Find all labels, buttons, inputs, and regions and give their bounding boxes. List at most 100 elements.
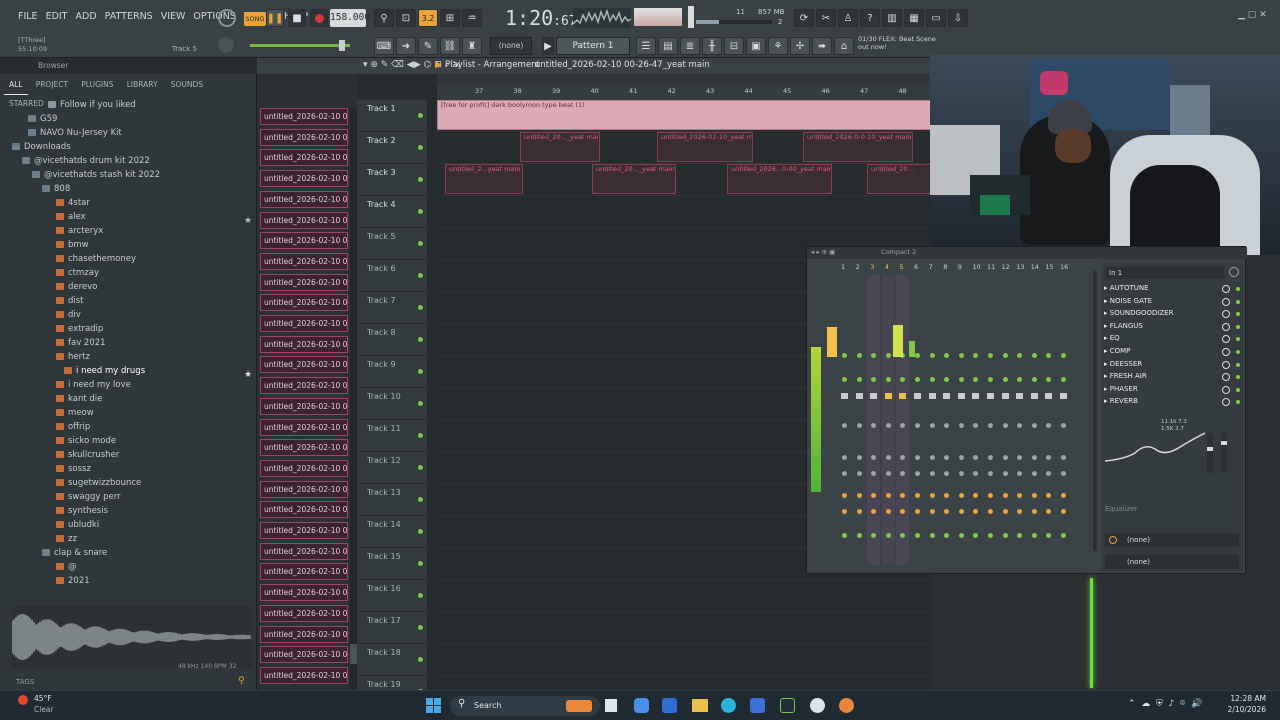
timeline-ruler[interactable]: 37383940414243444546474849: [437, 84, 945, 100]
mixer-knob[interactable]: [871, 533, 877, 538]
mixer-scrollbar[interactable]: [1093, 271, 1097, 551]
mixer-knob[interactable]: [900, 471, 906, 476]
volume-fader[interactable]: [943, 393, 951, 399]
send-volume-fader[interactable]: [1207, 433, 1213, 473]
insert-mix-knob[interactable]: [1222, 322, 1230, 331]
track-header[interactable]: Track 14: [357, 516, 427, 548]
plugin-database-icon[interactable]: ▣: [746, 37, 766, 55]
mixer-channel-strip[interactable]: [940, 275, 953, 565]
mixer-knob[interactable]: [973, 471, 979, 476]
mixer-knob[interactable]: [885, 509, 891, 514]
browser-item[interactable]: dist: [56, 294, 84, 308]
mixer-knob[interactable]: [1061, 423, 1066, 428]
insert-slot[interactable]: ▸ NOISE GATE: [1104, 297, 1152, 309]
tab-plugins[interactable]: PLUGINS: [76, 76, 118, 94]
insert-slot[interactable]: ▸ FRESH AIR: [1104, 372, 1147, 384]
track-mute-led[interactable]: [418, 113, 423, 118]
output-selector-1[interactable]: (none): [1105, 533, 1239, 547]
clip-source-item[interactable]: untitled_2026-02-10 00-...: [260, 294, 348, 312]
mixer-knob[interactable]: [958, 533, 964, 538]
mixer-knob[interactable]: [885, 533, 891, 538]
clip-source-item[interactable]: untitled_2026-02-10 00-...: [260, 149, 348, 167]
audio-clip[interactable]: untitled_2026-0-0-10_yeat main: [803, 132, 913, 162]
insert-slot[interactable]: ▸ EQ: [1104, 334, 1120, 346]
mixer-channel-strip[interactable]: [984, 275, 997, 565]
mixer-knob[interactable]: [1031, 533, 1037, 538]
volume-fader[interactable]: [972, 393, 980, 399]
mixer-knob[interactable]: [1046, 509, 1052, 514]
browser-item[interactable]: 2021: [56, 574, 90, 588]
mixer-knob[interactable]: [856, 509, 862, 514]
mixer-knob[interactable]: [958, 423, 964, 428]
track-header[interactable]: Track 17: [357, 612, 427, 644]
mixer-knob[interactable]: [958, 455, 964, 460]
clip-source-item[interactable]: untitled_2026-02-10 00-...: [260, 584, 348, 602]
browser-item[interactable]: meow: [56, 406, 94, 420]
mixer-icon[interactable]: ╫: [702, 37, 722, 55]
mixer-knob[interactable]: [1046, 423, 1052, 428]
master-volume-slider[interactable]: [688, 6, 694, 28]
mixer-knob[interactable]: [929, 423, 935, 428]
mixer-knob[interactable]: [944, 455, 950, 460]
track-mute-led[interactable]: [418, 497, 423, 502]
mixer-knob[interactable]: [885, 377, 891, 382]
mixer-knob[interactable]: [944, 533, 950, 538]
mixer-knob[interactable]: [1061, 353, 1066, 358]
track-mute-led[interactable]: [418, 209, 423, 214]
typing-keyboard-icon[interactable]: ⌨: [374, 37, 394, 55]
news-ticker[interactable]: 01/30 FLEX: Beat Scene out now!: [858, 35, 936, 51]
file-explorer-icon[interactable]: [692, 699, 708, 712]
mixer-knob[interactable]: [871, 353, 877, 358]
mixer-knob[interactable]: [1061, 509, 1066, 514]
mixer-knob[interactable]: [915, 377, 920, 382]
track-mute-led[interactable]: [418, 145, 423, 150]
mixer-knob[interactable]: [842, 455, 847, 460]
volume-fader[interactable]: [1060, 393, 1067, 399]
mixer-knob[interactable]: [929, 353, 935, 358]
insert-enable-led[interactable]: [1236, 299, 1240, 304]
metronome-icon[interactable]: ⚲: [374, 9, 394, 27]
mixer-knob[interactable]: [988, 377, 993, 382]
track-mute-led[interactable]: [418, 177, 423, 182]
track-header[interactable]: Track 6: [357, 260, 427, 292]
mixer-knob[interactable]: [973, 509, 979, 514]
volume-fader[interactable]: [1045, 393, 1053, 399]
mixer-knob[interactable]: [856, 455, 862, 460]
menu-add[interactable]: ADD: [72, 0, 101, 34]
mixer-knob[interactable]: [915, 471, 920, 476]
mixer-knob[interactable]: [1031, 493, 1037, 498]
channel-rack-icon[interactable]: ≣: [680, 37, 700, 55]
track-lane[interactable]: untitled_2...yeat main untitled_20..._yea…: [437, 164, 932, 196]
volume-fader[interactable]: [1030, 393, 1038, 399]
clip-source-item[interactable]: untitled_2026-02-10 00-...: [260, 459, 348, 477]
mixer-knob[interactable]: [1046, 455, 1052, 460]
mixer-channel-strip[interactable]: [853, 275, 866, 565]
mixer-knob[interactable]: [856, 377, 862, 382]
clip-source-item[interactable]: untitled_2026-02-10 00-...: [260, 480, 348, 498]
pencil-icon[interactable]: ✎: [418, 37, 438, 55]
browser-item[interactable]: chasethemoney: [56, 252, 136, 266]
mixer-knob[interactable]: [871, 455, 877, 460]
mixer-channel-strip[interactable]: [926, 275, 939, 565]
track-header[interactable]: Track 3: [357, 164, 427, 196]
track-mute-led[interactable]: [418, 433, 423, 438]
insert-mix-knob[interactable]: [1222, 348, 1230, 356]
mixer-knob[interactable]: [856, 353, 862, 358]
mixer-knob[interactable]: [1031, 455, 1037, 460]
mixer-knob[interactable]: [915, 493, 920, 498]
microphone-icon[interactable]: ♙: [838, 9, 858, 27]
audio-clip[interactable]: untitled_20..._yeat main: [520, 132, 600, 162]
audio-clip[interactable]: untitled_20...: [867, 164, 932, 194]
pattern-selector[interactable]: Pattern 1: [556, 37, 630, 55]
plugin-picker-icon[interactable]: ⚘: [768, 37, 788, 55]
browser-item[interactable]: sossz: [56, 462, 91, 476]
mixer-knob[interactable]: [1017, 455, 1023, 460]
tab-library[interactable]: LIBRARY: [122, 76, 163, 94]
audio-clip[interactable]: untitled_2026-02-10_yeat main: [657, 132, 753, 162]
tray-icons[interactable]: ⌃ ☁ ⛨ ♪ ⌾ 🔊: [1128, 699, 1202, 709]
calculator-icon[interactable]: [750, 698, 765, 713]
mixer-knob[interactable]: [885, 493, 891, 498]
track-mute-led[interactable]: [418, 593, 423, 598]
mixer-channel-strip[interactable]: [867, 275, 881, 565]
mixer-knob[interactable]: [885, 455, 891, 460]
